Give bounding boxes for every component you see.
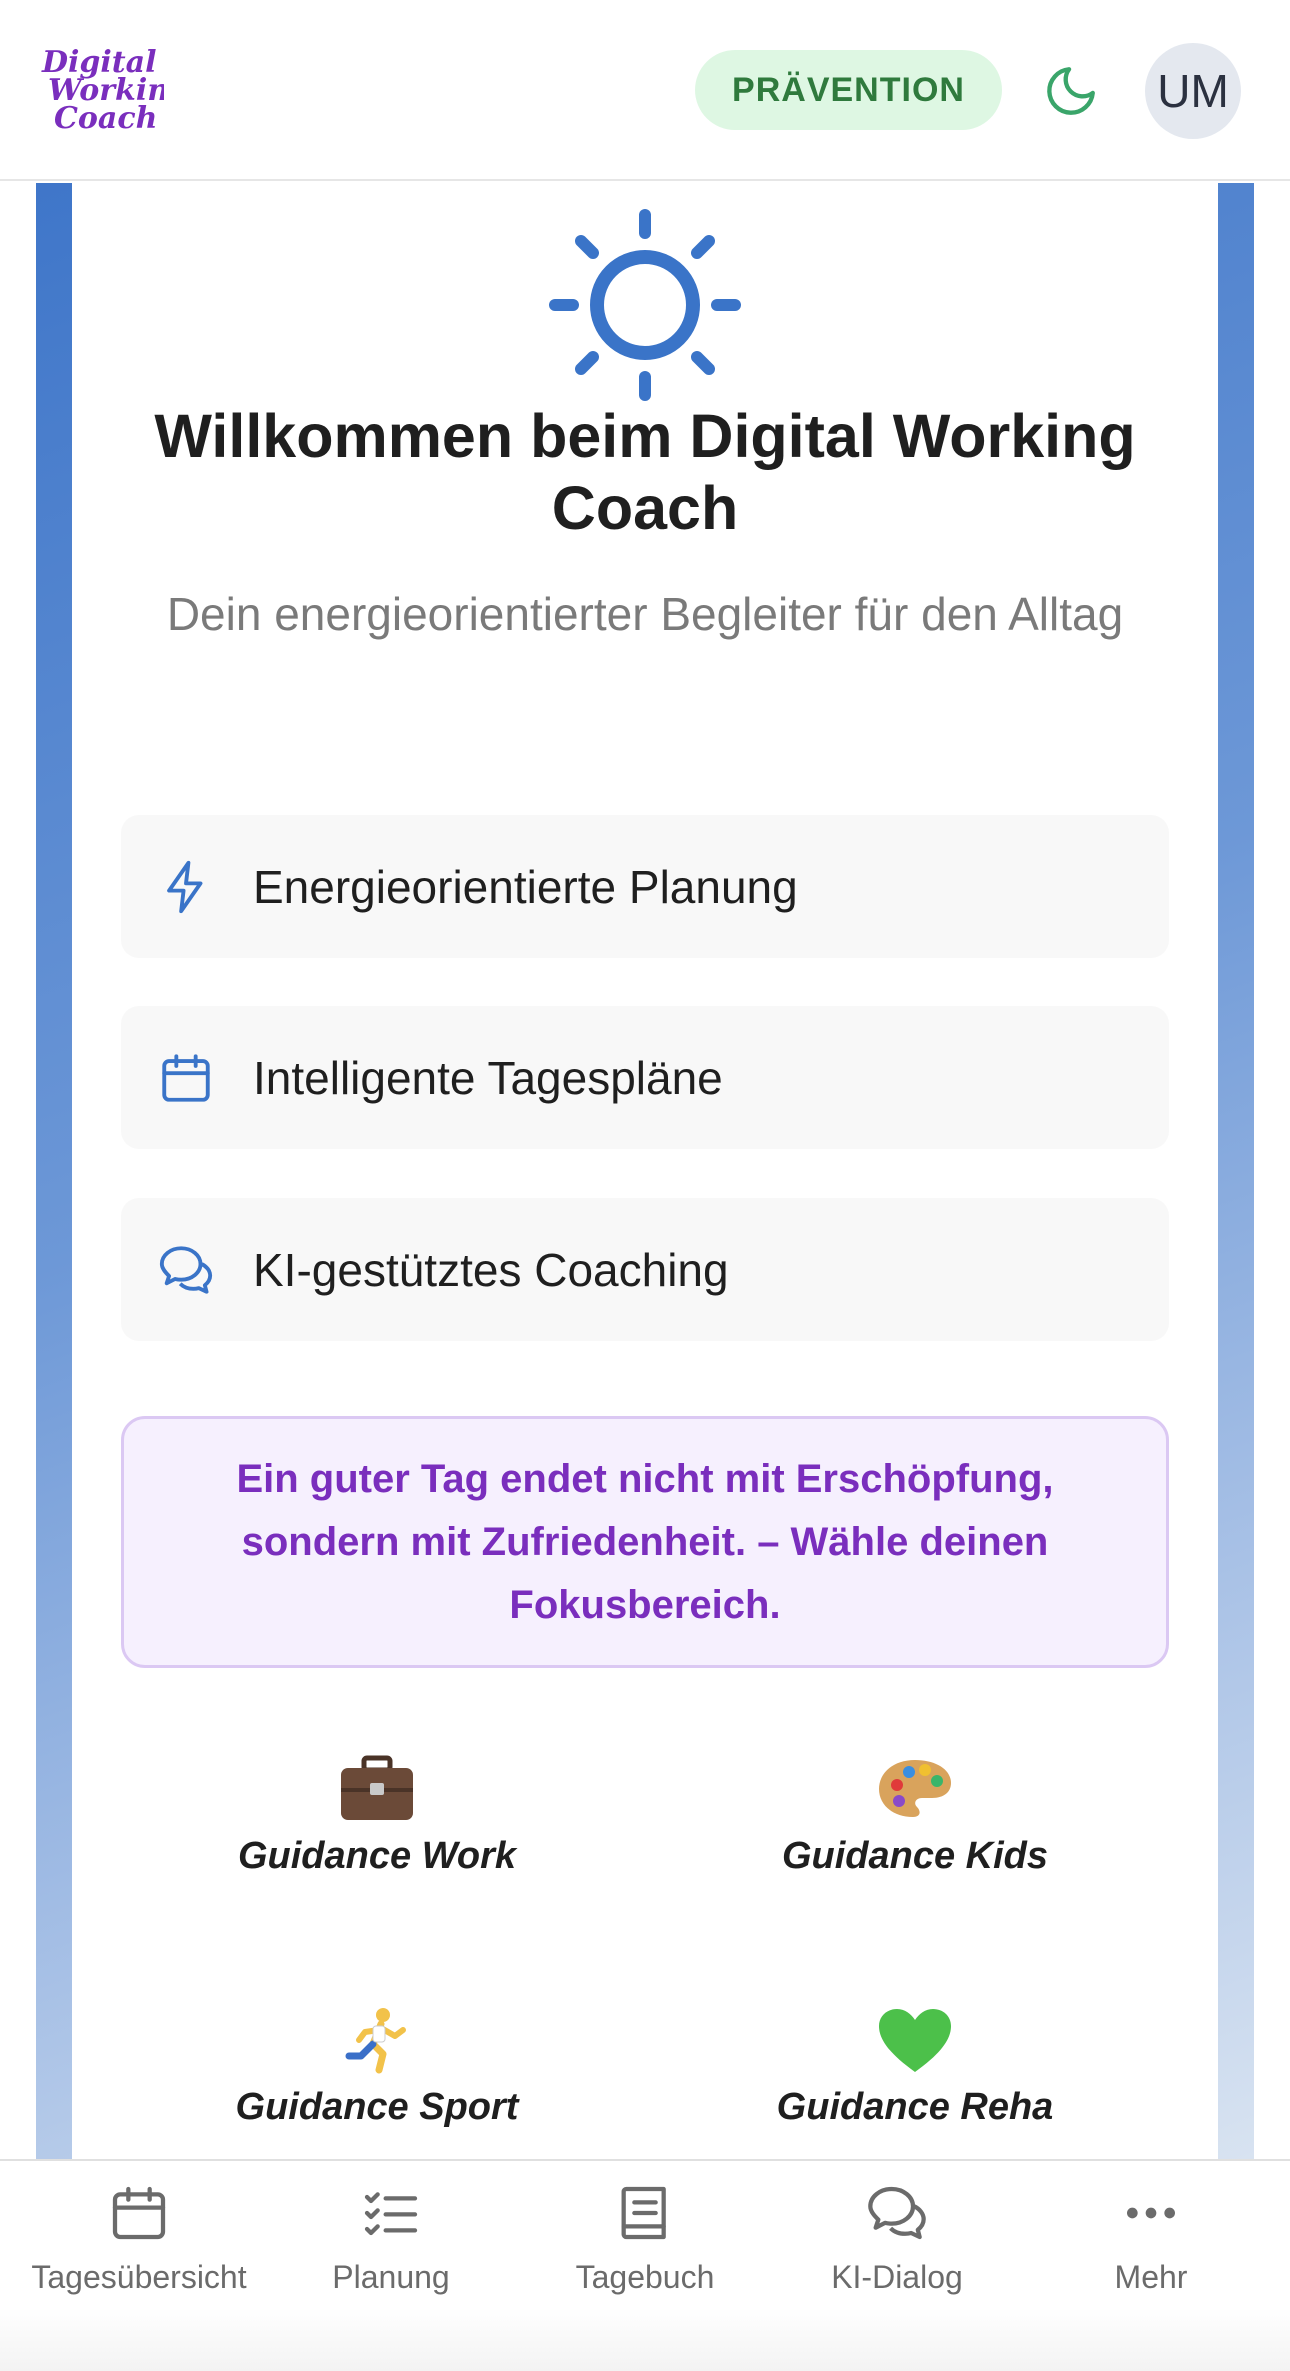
- palette-icon: [879, 1760, 951, 1817]
- guidance-sport-tile[interactable]: Guidance Sport: [152, 2006, 602, 2129]
- briefcase-icon: [341, 1755, 413, 1820]
- guidance-label: Guidance Sport: [235, 2086, 519, 2128]
- feature-ai-coaching: KI-gestütztes Coaching: [121, 1198, 1169, 1341]
- guidance-reha-tile[interactable]: Guidance Reha: [690, 2006, 1140, 2129]
- lightning-icon: [167, 860, 203, 913]
- moon-icon[interactable]: [1042, 62, 1100, 120]
- nav-label: Planung: [332, 2259, 450, 2295]
- mode-badge[interactable]: PRÄVENTION: [695, 50, 1002, 130]
- nav-label: Tagebuch: [575, 2259, 715, 2295]
- chat-icon: [159, 1245, 213, 1294]
- nav-planung[interactable]: Planung: [262, 2181, 520, 2296]
- sun-icon: [549, 209, 741, 401]
- focus-quote: Ein guter Tag endet nicht mit Erschöpfun…: [121, 1416, 1169, 1668]
- chat-icon: [868, 2186, 926, 2240]
- nav-mehr[interactable]: Mehr: [1022, 2181, 1280, 2296]
- book-icon: [621, 2186, 666, 2240]
- feature-label: Intelligente Tagespläne: [253, 1051, 723, 1104]
- more-icon: [1127, 2207, 1175, 2219]
- calendar-icon: [112, 2186, 166, 2240]
- runner-icon: [345, 2008, 406, 2074]
- bottom-navigation: Tagesübersicht Planung Tagebuch KI-Dialo…: [0, 2159, 1290, 2371]
- welcome-title: Willkommen beim Digital Working Coach: [154, 402, 1136, 542]
- nav-tagesuebersicht[interactable]: Tagesübersicht: [10, 2181, 268, 2296]
- feature-label: Energieorientierte Planung: [253, 860, 798, 913]
- calendar-icon: [162, 1053, 210, 1102]
- quote-text: Ein guter Tag endet nicht mit Erschöpfun…: [236, 1456, 1054, 1627]
- welcome-subtitle: Dein energieorientierter Begleiter für d…: [166, 588, 1124, 640]
- feature-energy-planning: Energieorientierte Planung: [121, 815, 1169, 958]
- guidance-work-tile[interactable]: Guidance Work: [152, 1755, 602, 1878]
- user-avatar[interactable]: UM: [1145, 43, 1241, 139]
- svg-text:Coach: Coach: [54, 101, 157, 136]
- nav-label: Tagesübersicht: [31, 2259, 247, 2295]
- guidance-label: Guidance Work: [237, 1835, 517, 1877]
- nav-ki-dialog[interactable]: KI-Dialog: [768, 2181, 1026, 2296]
- nav-label: Mehr: [1114, 2259, 1188, 2295]
- app-logo[interactable]: Digital Working Coach: [34, 40, 190, 140]
- nav-tagebuch[interactable]: Tagebuch: [516, 2181, 774, 2296]
- feature-daily-plans: Intelligente Tagespläne: [121, 1006, 1169, 1149]
- app-header: Digital Working Coach PRÄVENTION UM: [0, 0, 1290, 181]
- guidance-label: Guidance Kids: [781, 1835, 1049, 1877]
- guidance-label: Guidance Reha: [776, 2086, 1054, 2128]
- checklist-icon: [364, 2192, 418, 2236]
- feature-label: KI-gestütztes Coaching: [253, 1243, 729, 1296]
- green-heart-icon: [879, 2009, 951, 2072]
- nav-label: KI-Dialog: [831, 2259, 963, 2295]
- guidance-kids-tile[interactable]: Guidance Kids: [690, 1755, 1140, 1878]
